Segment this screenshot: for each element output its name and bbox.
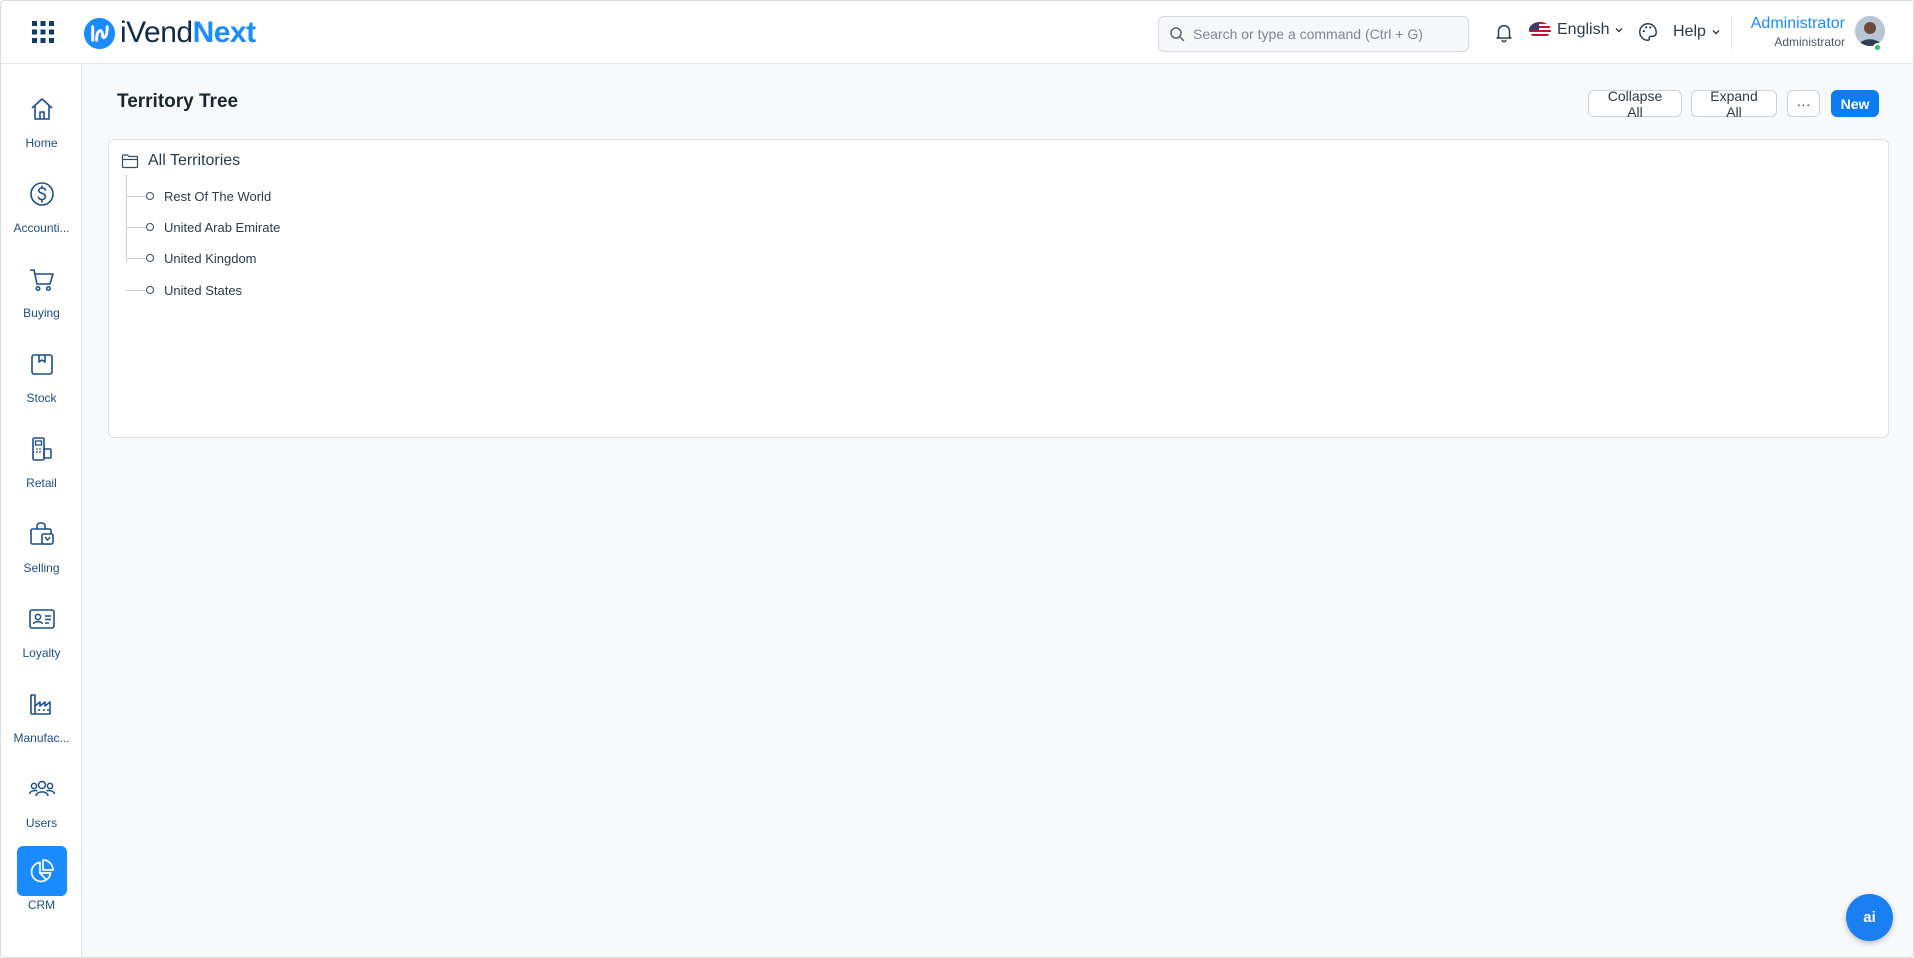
tree-node-label: United States bbox=[164, 282, 243, 298]
sidebar-item-label: Buying bbox=[23, 306, 60, 320]
box-icon bbox=[30, 354, 53, 375]
user-avatar-icon bbox=[1855, 16, 1885, 46]
tree-root-label: All Territories bbox=[148, 152, 241, 169]
palette-icon[interactable] bbox=[1637, 21, 1659, 43]
help-menu[interactable]: Help bbox=[1673, 23, 1721, 41]
sidebar-item-stock[interactable]: Stock bbox=[1, 339, 82, 419]
dollar-icon bbox=[29, 182, 54, 206]
id-card-icon bbox=[28, 609, 55, 629]
sidebar-item-loyalty[interactable]: Loyalty bbox=[1, 594, 82, 674]
tree-root-node[interactable]: All Territories bbox=[121, 152, 240, 170]
tree-node[interactable]: Rest Of The World bbox=[126, 186, 271, 206]
tree-node[interactable]: United Kingdom bbox=[126, 248, 257, 268]
language-label: English bbox=[1557, 21, 1610, 38]
logo-text-ivend: iVend bbox=[120, 16, 193, 49]
users-icon bbox=[28, 780, 55, 797]
online-status-indicator bbox=[1873, 43, 1882, 52]
collapse-all-button[interactable]: Collapse All bbox=[1588, 88, 1682, 120]
pos-icon bbox=[31, 437, 52, 461]
sidebar-item-selling[interactable]: Selling bbox=[1, 509, 82, 589]
sidebar-item-home[interactable]: Home bbox=[1, 84, 82, 164]
sidebar-item-label: Users bbox=[25, 816, 58, 830]
home-icon bbox=[30, 98, 53, 120]
leaf-node-icon bbox=[146, 254, 154, 262]
language-selector[interactable]: English bbox=[1529, 21, 1624, 39]
tree-node[interactable]: United States bbox=[126, 280, 242, 300]
sidebar-item-label: Retail bbox=[26, 476, 57, 490]
sidebar-item-label: Manufac... bbox=[13, 731, 70, 745]
app-window: iVendNext English bbox=[0, 0, 1914, 958]
folder-open-icon bbox=[121, 154, 139, 169]
new-button[interactable]: New bbox=[1831, 90, 1879, 117]
header-divider bbox=[1731, 17, 1732, 49]
top-bar: iVendNext English bbox=[1, 1, 1913, 64]
pie-chart-icon bbox=[30, 859, 54, 883]
sidebar-item-label: Loyalty bbox=[22, 646, 61, 660]
cart-icon bbox=[29, 269, 54, 292]
sidebar: Home Accounti... Buying Stock Retail Sel… bbox=[1, 64, 82, 957]
search-box[interactable] bbox=[1158, 16, 1469, 52]
sidebar-item-label: Selling bbox=[23, 561, 60, 575]
user-menu[interactable]: Administrator Administrator bbox=[1751, 15, 1845, 49]
bag-icon bbox=[29, 522, 54, 545]
sidebar-item-label: Stock bbox=[26, 391, 57, 405]
us-flag-icon bbox=[1529, 22, 1551, 38]
ai-label: ai bbox=[1863, 909, 1876, 926]
sidebar-item-users[interactable]: Users bbox=[1, 764, 82, 844]
user-name: Administrator bbox=[1750, 15, 1845, 32]
logo-text-next: Next bbox=[192, 16, 257, 49]
expand-all-button[interactable]: Expand All bbox=[1691, 88, 1777, 120]
logo-text: iVendNext bbox=[120, 16, 256, 50]
tree-node-label: United Arab Emirate bbox=[164, 219, 281, 235]
ai-assistant-button[interactable]: ai bbox=[1846, 894, 1893, 941]
sidebar-item-retail[interactable]: Retail bbox=[1, 424, 82, 504]
sidebar-item-crm[interactable]: CRM bbox=[1, 846, 82, 926]
leaf-node-icon bbox=[146, 286, 154, 294]
search-icon bbox=[1170, 27, 1185, 42]
user-role: Administrator bbox=[1774, 35, 1845, 49]
sidebar-item-buying[interactable]: Buying bbox=[1, 254, 82, 334]
chevron-down-icon bbox=[1712, 30, 1720, 35]
sidebar-item-label: Accounti... bbox=[13, 221, 70, 235]
logo-mark-icon bbox=[83, 17, 116, 49]
sidebar-item-label: Home bbox=[25, 136, 58, 150]
tree-node-label: United Kingdom bbox=[164, 250, 257, 266]
territory-tree-panel: All Territories Rest Of The World United… bbox=[108, 139, 1889, 438]
sidebar-item-manufacturing[interactable]: Manufac... bbox=[1, 679, 82, 759]
page-title: Territory Tree bbox=[117, 91, 239, 112]
factory-icon bbox=[29, 694, 51, 715]
avatar[interactable] bbox=[1855, 16, 1885, 46]
tree-node-label: Rest Of The World bbox=[164, 188, 272, 204]
search-input[interactable] bbox=[1193, 26, 1453, 42]
bell-icon[interactable] bbox=[1493, 21, 1515, 43]
sidebar-item-label: CRM bbox=[27, 898, 56, 912]
help-label: Help bbox=[1673, 23, 1706, 40]
apps-grid-icon[interactable] bbox=[31, 20, 55, 44]
logo[interactable]: iVendNext bbox=[83, 15, 256, 51]
more-options-button[interactable]: ··· bbox=[1787, 90, 1820, 117]
leaf-node-icon bbox=[146, 223, 154, 231]
tree-node[interactable]: United Arab Emirate bbox=[126, 217, 280, 237]
sidebar-item-accounting[interactable]: Accounti... bbox=[1, 169, 82, 249]
chevron-down-icon bbox=[1615, 28, 1623, 33]
leaf-node-icon bbox=[146, 192, 154, 200]
